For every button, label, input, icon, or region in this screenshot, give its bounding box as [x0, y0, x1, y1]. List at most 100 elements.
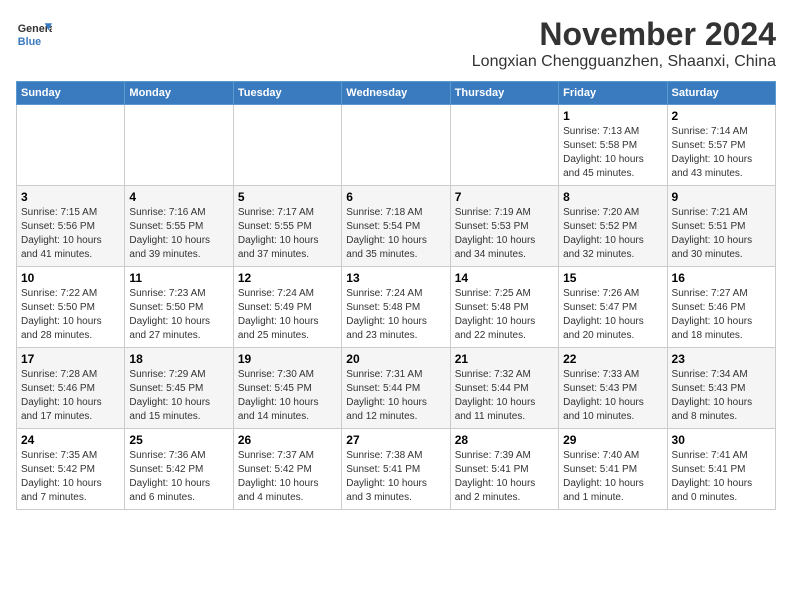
day-info: Sunrise: 7:24 AM Sunset: 5:49 PM Dayligh… — [238, 288, 319, 341]
weekday-header-saturday: Saturday — [667, 82, 775, 105]
day-number: 10 — [21, 271, 120, 285]
calendar-cell: 27Sunrise: 7:38 AM Sunset: 5:41 PM Dayli… — [342, 429, 450, 510]
day-info: Sunrise: 7:13 AM Sunset: 5:58 PM Dayligh… — [563, 126, 644, 179]
day-number: 25 — [129, 433, 228, 447]
day-number: 22 — [563, 352, 662, 366]
logo-icon: General Blue — [16, 16, 52, 52]
day-info: Sunrise: 7:18 AM Sunset: 5:54 PM Dayligh… — [346, 207, 427, 260]
weekday-header-wednesday: Wednesday — [342, 82, 450, 105]
calendar-cell: 30Sunrise: 7:41 AM Sunset: 5:41 PM Dayli… — [667, 429, 775, 510]
day-info: Sunrise: 7:16 AM Sunset: 5:55 PM Dayligh… — [129, 207, 210, 260]
day-info: Sunrise: 7:20 AM Sunset: 5:52 PM Dayligh… — [563, 207, 644, 260]
day-number: 28 — [455, 433, 554, 447]
day-number: 14 — [455, 271, 554, 285]
calendar-cell: 8 Sunrise: 7:20 AM Sunset: 5:52 PM Daylig… — [559, 186, 667, 267]
calendar-week-4: 17 Sunrise: 7:28 AM Sunset: 5:46 PM Dayli… — [17, 348, 776, 429]
day-number: 17 — [21, 352, 120, 366]
calendar-cell — [17, 105, 125, 186]
calendar-cell: 19 Sunrise: 7:30 AM Sunset: 5:45 PM Dayli… — [233, 348, 341, 429]
day-number: 27 — [346, 433, 445, 447]
day-info: Sunrise: 7:17 AM Sunset: 5:55 PM Dayligh… — [238, 207, 319, 260]
day-info: Sunrise: 7:31 AM Sunset: 5:44 PM Dayligh… — [346, 369, 427, 422]
day-number: 20 — [346, 352, 445, 366]
weekday-header-thursday: Thursday — [450, 82, 558, 105]
day-info: Sunrise: 7:28 AM Sunset: 5:46 PM Dayligh… — [21, 369, 102, 422]
calendar-cell: 16 Sunrise: 7:27 AM Sunset: 5:46 PM Dayli… — [667, 267, 775, 348]
day-number: 21 — [455, 352, 554, 366]
calendar-cell: 14 Sunrise: 7:25 AM Sunset: 5:48 PM Dayli… — [450, 267, 558, 348]
weekday-header-sunday: Sunday — [17, 82, 125, 105]
calendar-cell — [233, 105, 341, 186]
calendar-cell: 13 Sunrise: 7:24 AM Sunset: 5:48 PM Dayli… — [342, 267, 450, 348]
day-number: 7 — [455, 190, 554, 204]
calendar-cell: 7 Sunrise: 7:19 AM Sunset: 5:53 PM Daylig… — [450, 186, 558, 267]
calendar-cell: 1 Sunrise: 7:13 AM Sunset: 5:58 PM Daylig… — [559, 105, 667, 186]
calendar-cell: 26Sunrise: 7:37 AM Sunset: 5:42 PM Dayli… — [233, 429, 341, 510]
day-info: Sunrise: 7:21 AM Sunset: 5:51 PM Dayligh… — [672, 207, 753, 260]
calendar-cell: 5 Sunrise: 7:17 AM Sunset: 5:55 PM Daylig… — [233, 186, 341, 267]
day-info: Sunrise: 7:23 AM Sunset: 5:50 PM Dayligh… — [129, 288, 210, 341]
calendar-cell: 24 Sunrise: 7:35 AM Sunset: 5:42 PM Dayli… — [17, 429, 125, 510]
day-number: 8 — [563, 190, 662, 204]
weekday-header-row: SundayMondayTuesdayWednesdayThursdayFrid… — [17, 82, 776, 105]
calendar-week-1: 1 Sunrise: 7:13 AM Sunset: 5:58 PM Daylig… — [17, 105, 776, 186]
day-number: 3 — [21, 190, 120, 204]
day-number: 6 — [346, 190, 445, 204]
day-info: Sunrise: 7:27 AM Sunset: 5:46 PM Dayligh… — [672, 288, 753, 341]
day-info: Sunrise: 7:22 AM Sunset: 5:50 PM Dayligh… — [21, 288, 102, 341]
day-info: Sunrise: 7:15 AM Sunset: 5:56 PM Dayligh… — [21, 207, 102, 260]
day-info: Sunrise: 7:33 AM Sunset: 5:43 PM Dayligh… — [563, 369, 644, 422]
day-info: Sunrise: 7:26 AM Sunset: 5:47 PM Dayligh… — [563, 288, 644, 341]
calendar-cell: 18Sunrise: 7:29 AM Sunset: 5:45 PM Dayli… — [125, 348, 233, 429]
day-info: Sunrise: 7:30 AM Sunset: 5:45 PM Dayligh… — [238, 369, 319, 422]
day-info: Sunrise: 7:32 AM Sunset: 5:44 PM Dayligh… — [455, 369, 536, 422]
day-number: 19 — [238, 352, 337, 366]
day-number: 23 — [672, 352, 771, 366]
location-title: Longxian Chengguanzhen, Shaanxi, China — [472, 53, 776, 71]
calendar-cell: 29Sunrise: 7:40 AM Sunset: 5:41 PM Dayli… — [559, 429, 667, 510]
calendar-body: 1 Sunrise: 7:13 AM Sunset: 5:58 PM Daylig… — [17, 105, 776, 510]
header: General Blue General Blue November 2024 … — [16, 16, 776, 71]
calendar-table: SundayMondayTuesdayWednesdayThursdayFrid… — [16, 81, 776, 510]
weekday-header-monday: Monday — [125, 82, 233, 105]
day-info: Sunrise: 7:14 AM Sunset: 5:57 PM Dayligh… — [672, 126, 753, 179]
day-info: Sunrise: 7:25 AM Sunset: 5:48 PM Dayligh… — [455, 288, 536, 341]
calendar-cell: 9Sunrise: 7:21 AM Sunset: 5:51 PM Daylig… — [667, 186, 775, 267]
day-info: Sunrise: 7:24 AM Sunset: 5:48 PM Dayligh… — [346, 288, 427, 341]
day-number: 13 — [346, 271, 445, 285]
day-number: 16 — [672, 271, 771, 285]
calendar-cell: 10 Sunrise: 7:22 AM Sunset: 5:50 PM Dayli… — [17, 267, 125, 348]
day-number: 24 — [21, 433, 120, 447]
day-number: 4 — [129, 190, 228, 204]
title-area: November 2024 Longxian Chengguanzhen, Sh… — [472, 16, 776, 71]
day-number: 5 — [238, 190, 337, 204]
calendar-cell — [450, 105, 558, 186]
day-number: 1 — [563, 109, 662, 123]
calendar-cell: 23 Sunrise: 7:34 AM Sunset: 5:43 PM Dayli… — [667, 348, 775, 429]
day-number: 18 — [129, 352, 228, 366]
day-info: Sunrise: 7:19 AM Sunset: 5:53 PM Dayligh… — [455, 207, 536, 260]
day-number: 12 — [238, 271, 337, 285]
calendar-cell: 6 Sunrise: 7:18 AM Sunset: 5:54 PM Daylig… — [342, 186, 450, 267]
calendar-cell: 2 Sunrise: 7:14 AM Sunset: 5:57 PM Daylig… — [667, 105, 775, 186]
weekday-header-tuesday: Tuesday — [233, 82, 341, 105]
calendar-week-5: 24 Sunrise: 7:35 AM Sunset: 5:42 PM Dayli… — [17, 429, 776, 510]
day-info: Sunrise: 7:35 AM Sunset: 5:42 PM Dayligh… — [21, 450, 102, 503]
day-info: Sunrise: 7:40 AM Sunset: 5:41 PM Dayligh… — [563, 450, 644, 503]
svg-text:Blue: Blue — [18, 36, 41, 48]
calendar-cell: 17 Sunrise: 7:28 AM Sunset: 5:46 PM Dayli… — [17, 348, 125, 429]
calendar-cell: 21 Sunrise: 7:32 AM Sunset: 5:44 PM Dayli… — [450, 348, 558, 429]
day-number: 2 — [672, 109, 771, 123]
calendar-cell: 15 Sunrise: 7:26 AM Sunset: 5:47 PM Dayli… — [559, 267, 667, 348]
day-number: 15 — [563, 271, 662, 285]
day-info: Sunrise: 7:41 AM Sunset: 5:41 PM Dayligh… — [672, 450, 753, 503]
calendar-cell — [125, 105, 233, 186]
calendar-week-2: 3 Sunrise: 7:15 AM Sunset: 5:56 PM Daylig… — [17, 186, 776, 267]
calendar-cell: 12 Sunrise: 7:24 AM Sunset: 5:49 PM Dayli… — [233, 267, 341, 348]
logo: General Blue General Blue — [16, 16, 52, 52]
calendar-cell: 22 Sunrise: 7:33 AM Sunset: 5:43 PM Dayli… — [559, 348, 667, 429]
calendar-cell: 25Sunrise: 7:36 AM Sunset: 5:42 PM Dayli… — [125, 429, 233, 510]
calendar-cell: 28Sunrise: 7:39 AM Sunset: 5:41 PM Dayli… — [450, 429, 558, 510]
day-number: 11 — [129, 271, 228, 285]
day-info: Sunrise: 7:34 AM Sunset: 5:43 PM Dayligh… — [672, 369, 753, 422]
